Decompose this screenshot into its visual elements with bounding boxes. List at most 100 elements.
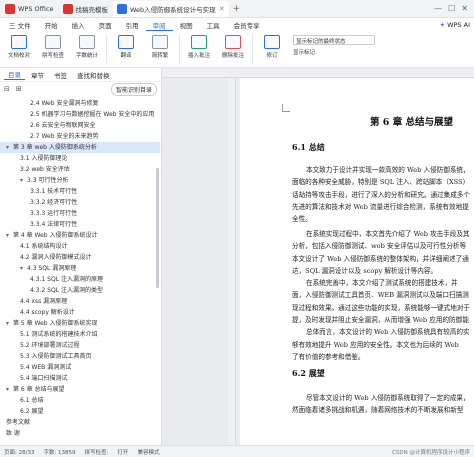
toc-item[interactable]: 4.4 scopy 解析设计 [0,307,160,318]
paragraph-line: 面临的各种安全威胁，特别是 SQL 注入、跨站脚本（XSS） [292,178,470,187]
toc-item[interactable]: 6.1 总结 [0,395,160,406]
close-window-icon[interactable]: ✕ [461,4,468,13]
menu-page[interactable]: 页面 [92,20,119,30]
doc-check-button[interactable]: 文档校对 [2,35,36,59]
toc-scrollbar[interactable] [156,168,159,288]
markup-controls: 显示标记的最终状态 显示标记 [293,35,375,56]
chevron-down-icon[interactable]: ▾ [6,318,13,329]
toc-item-label: 3.3 可行性分析 [27,177,69,184]
page-indicator[interactable]: 页面: 28/33 [4,448,34,456]
chevron-down-icon[interactable]: ▾ [6,230,13,241]
toc-item[interactable]: ▾ 第 4 章 Web 入侵防御系统设计 [0,230,160,241]
wps-logo-icon [5,3,15,14]
word-count-button[interactable]: 字数统计 [70,35,104,59]
word-count[interactable]: 字数: 13859 [43,448,75,456]
toc-item-label: 5.3 入侵防御测试工具首页 [20,353,92,360]
toc-item[interactable]: 2.6 云安全与物联网安全 [0,120,160,131]
horizontal-ruler [163,68,474,78]
spell-check-status[interactable]: 拼写检查: [85,448,109,456]
expand-icon[interactable]: ⊞ [16,85,22,93]
toc-item[interactable]: 3.3.4 法律可行性 [0,219,160,230]
maximize-icon[interactable]: ☐ [448,4,455,13]
toc-item[interactable]: 4.3.2 SQL 注入漏洞的类型 [0,285,160,296]
menu-member[interactable]: 会员专享 [227,20,267,30]
toc-item[interactable]: 5.4 WEB 漏洞测试 [0,362,160,373]
chevron-down-icon[interactable]: ▾ [6,384,13,395]
toc-item-label: 4.3.1 SQL 注入漏洞的原理 [30,276,103,283]
chevron-down-icon[interactable]: ▾ [20,175,27,186]
document-page[interactable]: 第 6 章 总结与展望 6.1 总结 本文致力于设计并实现一款高效的 Web 入… [240,78,474,445]
toc-item[interactable]: ▾ 4.3 SQL 漏洞原理 [0,263,160,274]
chevron-down-icon[interactable]: ▾ [6,142,13,153]
chevron-down-icon[interactable]: ▾ [20,263,27,274]
toc-item[interactable]: 4.4 xss 漏洞原理 [0,296,160,307]
revise-status[interactable]: 打开 [117,448,128,456]
toc-item[interactable]: 3.1 入侵防御理论 [0,153,160,164]
tab-wps-office[interactable]: WPS Office [1,1,58,17]
tab-chapters[interactable]: 章节 [27,70,48,80]
ribbon-toolbar: 文档校对 拼写检查 字数统计 翻译 简转繁 插入批注 删除批注 修订 显示标记的… [0,32,474,68]
toc-item[interactable]: 2.7 Web 安全的未来趋势 [0,131,160,142]
show-markup-dropdown[interactable]: 显示标记 [293,48,375,56]
toc-item[interactable]: 3.3.3 运行可行性 [0,208,160,219]
toc-item[interactable]: 参考文献 [0,417,160,428]
delete-comment-button[interactable]: 删除批注 [216,35,250,59]
toc-item[interactable]: 5.3 入侵防御测试工具首页 [0,351,160,362]
toc-item-label: 6.2 展望 [20,408,44,415]
wps-ai-button[interactable]: ✦ WPS AI [440,21,470,29]
toc-item[interactable]: 4.1 系统结构设计 [0,241,160,252]
translate-button[interactable]: 翻译 [109,35,143,59]
toc-item[interactable]: 5.4 端口扫描测试 [0,373,160,384]
toc-item-label: 4.3.2 SQL 注入漏洞的类型 [30,287,103,294]
spellcheck-button[interactable]: 拼写检查 [36,35,70,59]
toc-item[interactable]: 致 谢 [0,428,160,439]
toc-item[interactable]: ▾ 第 6 章 总结与展望 [0,384,160,395]
menu-file[interactable]: 三 文件 [2,20,38,30]
toc-item[interactable]: 5.2 环境部署测试过程 [0,340,160,351]
simplified-traditional-button[interactable]: 简转繁 [143,35,177,59]
close-icon[interactable]: ✕ [219,5,225,13]
doc-check-icon [11,35,27,49]
toc-item[interactable]: 2.4 Web 安全漏洞与修复 [0,98,160,109]
toc-item[interactable]: 3.3.2 经济可行性 [0,197,160,208]
toc-item[interactable]: ▾ 3.3 可行性分析 [0,175,160,186]
menu-reference[interactable]: 引用 [119,20,146,30]
toc-item[interactable]: 4.3.1 SQL 注入漏洞的原理 [0,274,160,285]
toc-item-label: 第 6 章 总结与展望 [13,386,65,393]
track-changes-button[interactable]: 修订 [255,35,289,59]
toc-list: 2.4 Web 安全漏洞与修复 2.5 机器学习与数据挖掘在 Web 安全中的应用… [0,98,160,445]
toc-item[interactable]: 5.1 测试系统的搭建技术介绍 [0,329,160,340]
paragraph-line: 尽管本文设计的 Web 入侵防御系统取得了一定的成果， [306,394,470,402]
markup-state-select[interactable]: 显示标记的最终状态 [293,35,375,45]
menu-tools[interactable]: 工具 [200,20,227,30]
paragraph-line: 现过程和效果。通过这些功能的实现，系统能够一键式地对于 [292,303,471,312]
paragraph-line: 够有效地提升 Web 应用的安全性。本文也为后续的 Web [292,340,459,349]
minimize-icon[interactable]: — [434,4,442,13]
toc-item[interactable]: 3.2 web 安全评估 [0,164,160,175]
toc-item[interactable]: 6.2 展望 [0,406,160,417]
toc-item[interactable]: ▾ 第 3 章 web 入侵防御系统分析 [0,142,160,153]
toc-item-label: 3.3.3 运行可行性 [30,210,78,217]
toc-item-label: 第 4 章 Web 入侵防御系统设计 [13,232,98,239]
paragraph-line: 本文致力于设计并实现一款高效的 Web 入侵防御系统， [306,166,470,174]
tab-find-replace[interactable]: 查找和替换 [73,70,114,80]
title-bar: WPS Office 找稿壳模板 Web入侵防御系统设计与实现 ✕ + — ☐ … [0,0,474,18]
insert-comment-button[interactable]: 插入批注 [182,35,216,59]
smart-toc-button[interactable]: 智能识别目录 [110,82,157,96]
toc-item[interactable]: ▾ 第 5 章 Web 入侵防御系统实现 [0,318,160,329]
toc-item-label: 6.1 总结 [20,397,44,404]
toc-item[interactable]: 4.2 漏洞入侵防御模式设计 [0,252,160,263]
tab-bookmarks[interactable]: 书签 [50,70,71,80]
tab-template[interactable]: 找稿壳模板 [59,1,113,17]
add-tab-button[interactable]: + [233,4,241,14]
tab-toc[interactable]: 目录 [4,69,25,80]
template-logo-icon [62,3,73,14]
menu-view[interactable]: 视图 [173,20,200,30]
toc-item[interactable]: 3.3.1 技术可行性 [0,186,160,197]
toc-item[interactable]: 2.5 机器学习与数据挖掘在 Web 安全中的应用 [0,109,160,120]
collapse-icon[interactable]: ⊟ [4,85,10,93]
menu-insert[interactable]: 插入 [65,20,92,30]
tab-document[interactable]: Web入侵防御系统设计与实现 ✕ [113,0,229,17]
menu-review[interactable]: 审阅 [145,20,173,31]
menu-home[interactable]: 开始 [38,20,65,30]
